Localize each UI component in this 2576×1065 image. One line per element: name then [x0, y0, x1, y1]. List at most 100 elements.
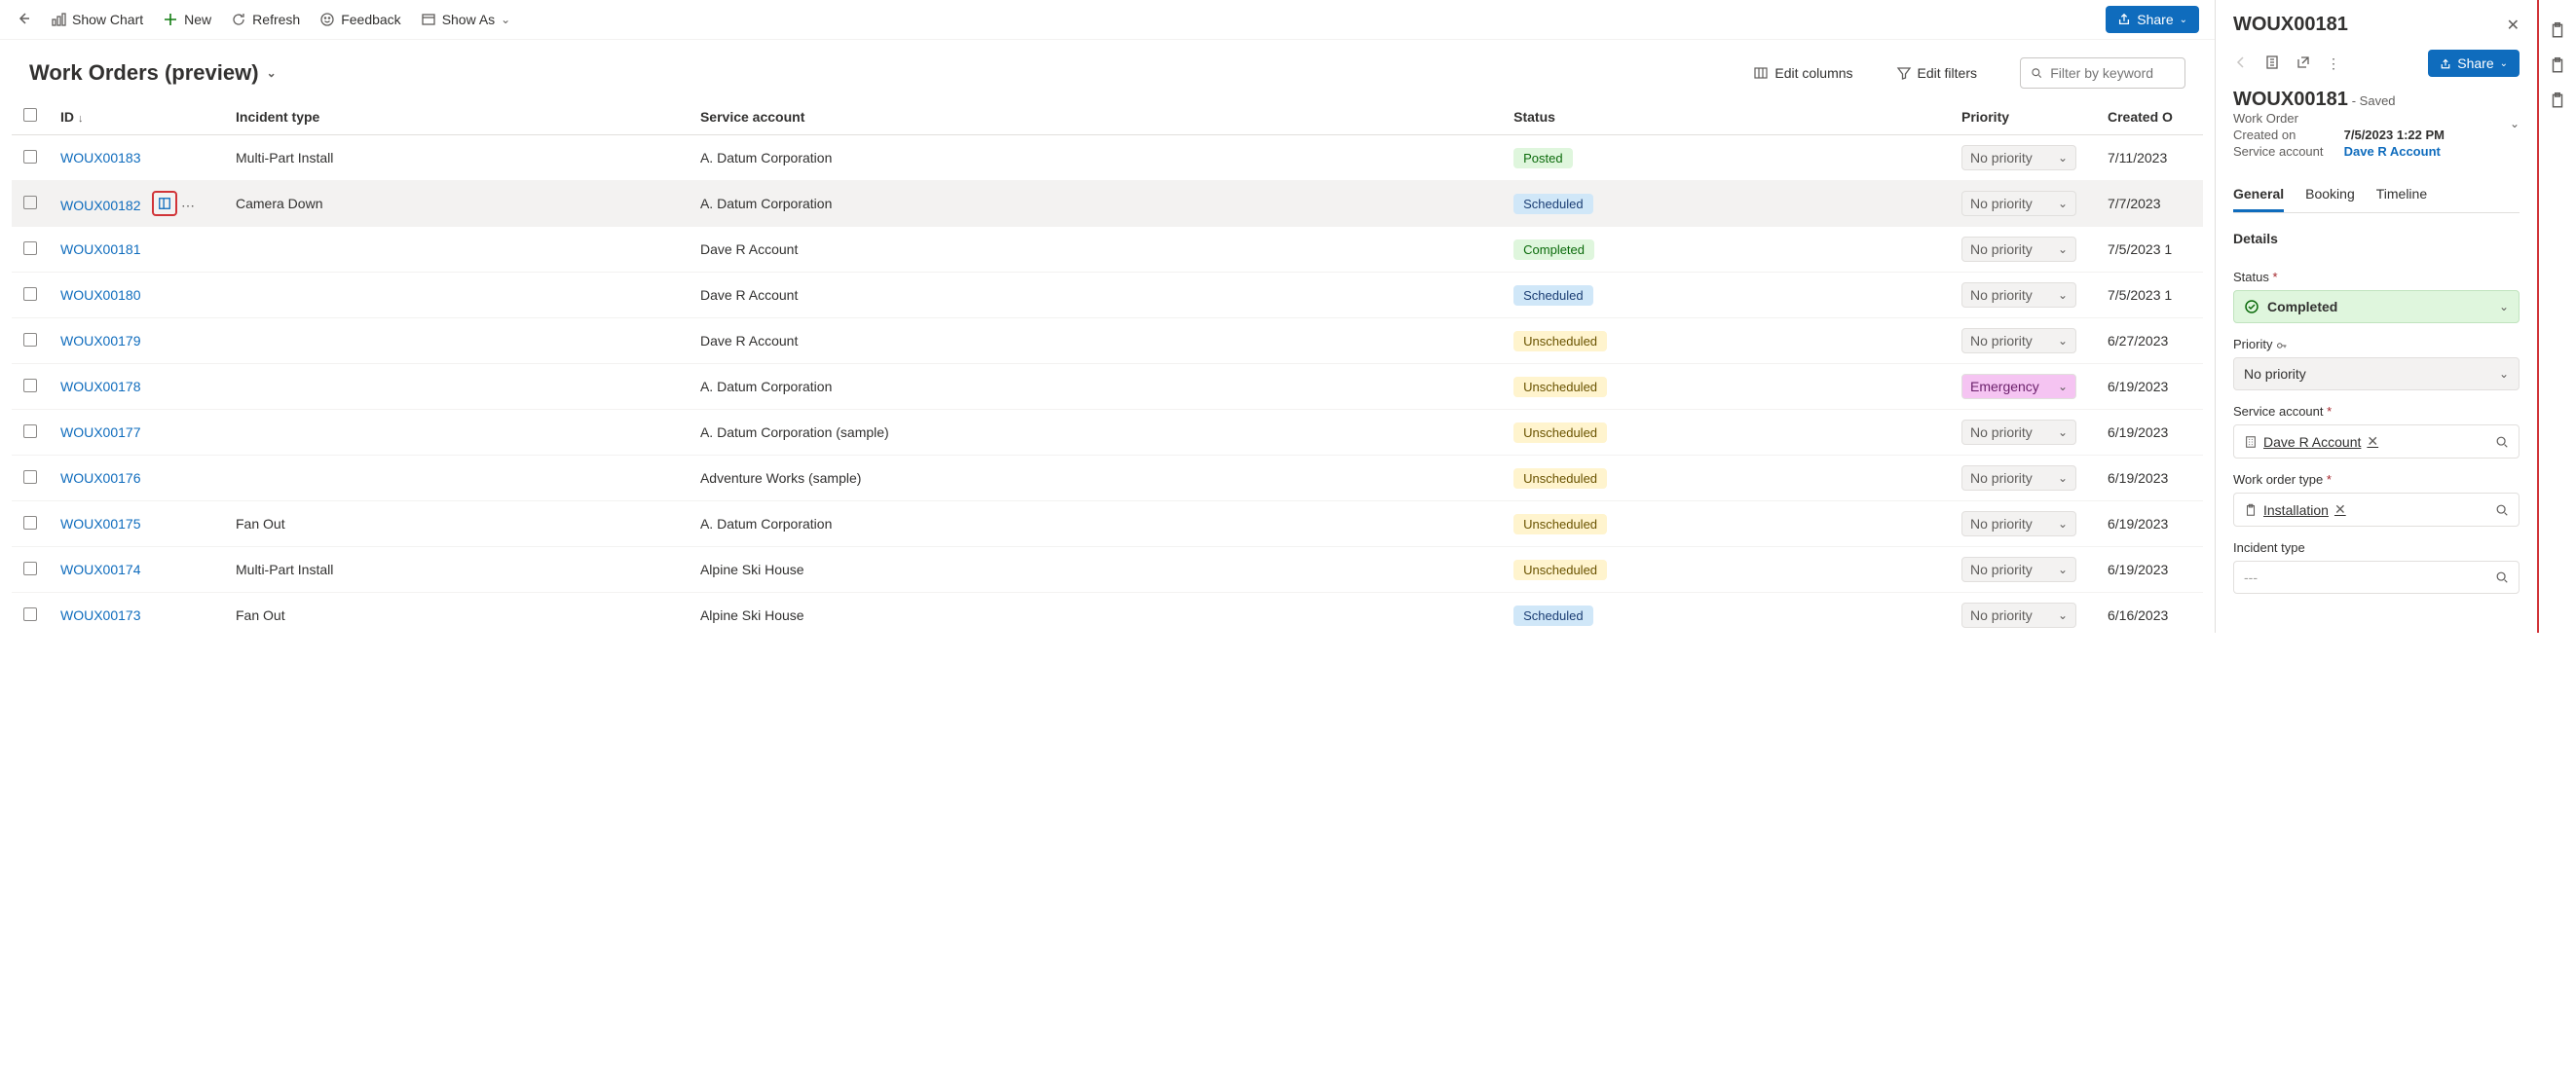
id-link[interactable]: WOUX00182	[60, 198, 140, 213]
edit-columns-button[interactable]: Edit columns	[1753, 65, 1852, 81]
row-checkbox[interactable]	[23, 287, 37, 301]
priority-select[interactable]: No priority⌄	[1961, 465, 2076, 491]
panel-open-icon[interactable]	[2264, 55, 2280, 73]
account-cell: A. Datum Corporation	[689, 135, 1502, 181]
priority-select[interactable]: No priority⌄	[1961, 282, 2076, 308]
id-link[interactable]: WOUX00178	[60, 379, 140, 394]
edit-filters-button[interactable]: Edit filters	[1896, 65, 1977, 81]
created-cell: 6/19/2023	[2096, 456, 2203, 501]
table-row[interactable]: WOUX00178A. Datum CorporationUnscheduled…	[12, 364, 2203, 410]
tab-timeline[interactable]: Timeline	[2376, 178, 2427, 212]
row-checkbox[interactable]	[23, 562, 37, 575]
record-id: WOUX00181	[2233, 89, 2348, 110]
account-cell: A. Datum Corporation (sample)	[689, 410, 1502, 456]
id-link[interactable]: WOUX00180	[60, 287, 140, 303]
priority-select[interactable]: No priority⌄	[1961, 420, 2076, 445]
row-checkbox[interactable]	[23, 516, 37, 530]
table-row[interactable]: WOUX00183Multi-Part InstallA. Datum Corp…	[12, 135, 2203, 181]
row-checkbox[interactable]	[23, 424, 37, 438]
col-created[interactable]: Created O	[2096, 98, 2203, 135]
id-link[interactable]: WOUX00183	[60, 150, 140, 165]
share-button[interactable]: Share ⌄	[2106, 6, 2199, 33]
new-button[interactable]: New	[163, 12, 211, 27]
col-account[interactable]: Service account	[689, 98, 1502, 135]
id-link[interactable]: WOUX00174	[60, 562, 140, 577]
table-row[interactable]: WOUX00177A. Datum Corporation (sample)Un…	[12, 410, 2203, 456]
id-link[interactable]: WOUX00176	[60, 470, 140, 486]
priority-select[interactable]: No priority⌄	[1961, 237, 2076, 262]
search-icon[interactable]	[2495, 435, 2509, 449]
collapse-icon[interactable]: ⌄	[2510, 117, 2520, 130]
panel-more-icon[interactable]: ⋮	[2327, 55, 2340, 72]
new-label: New	[184, 12, 211, 27]
remove-chip-icon[interactable]: ✕	[2367, 433, 2378, 450]
table-row[interactable]: WOUX00179Dave R AccountUnscheduledNo pri…	[12, 318, 2203, 364]
row-checkbox[interactable]	[23, 333, 37, 347]
clipboard-icon[interactable]	[2549, 92, 2566, 109]
id-link[interactable]: WOUX00175	[60, 516, 140, 532]
back-arrow-icon[interactable]	[16, 11, 31, 29]
col-id[interactable]: ID↓	[49, 98, 224, 135]
search-icon	[2031, 66, 2042, 80]
side-panel-toggle[interactable]	[152, 191, 177, 216]
id-link[interactable]: WOUX00179	[60, 333, 140, 349]
row-checkbox[interactable]	[23, 379, 37, 392]
id-link[interactable]: WOUX00181	[60, 241, 140, 257]
priority-select[interactable]: No priority⌄	[1961, 511, 2076, 536]
show-as-button[interactable]: Show As ⌄	[421, 12, 511, 27]
table-row[interactable]: WOUX00182 ⋯Camera DownA. Datum Corporati…	[12, 181, 2203, 227]
refresh-button[interactable]: Refresh	[231, 12, 300, 27]
row-more-icon[interactable]: ⋯	[181, 198, 195, 213]
priority-select[interactable]: No priority⌄	[1961, 557, 2076, 582]
created-cell: 6/16/2023	[2096, 593, 2203, 634]
chevron-down-icon: ⌄	[2500, 58, 2508, 69]
col-incident[interactable]: Incident type	[224, 98, 689, 135]
priority-select[interactable]: No priority⌄	[1961, 328, 2076, 353]
tab-general[interactable]: General	[2233, 178, 2284, 212]
table-row[interactable]: WOUX00181Dave R AccountCompletedNo prior…	[12, 227, 2203, 273]
table-row[interactable]: WOUX00175Fan OutA. Datum CorporationUnsc…	[12, 501, 2203, 547]
panel-share-button[interactable]: Share ⌄	[2428, 50, 2520, 77]
col-status[interactable]: Status	[1502, 98, 1950, 135]
table-row[interactable]: WOUX00173Fan OutAlpine Ski HouseSchedule…	[12, 593, 2203, 634]
remove-chip-icon[interactable]: ✕	[2334, 501, 2346, 518]
row-checkbox[interactable]	[23, 470, 37, 484]
select-all-header[interactable]	[12, 98, 49, 135]
row-checkbox[interactable]	[23, 241, 37, 255]
wotype-field[interactable]: Installation ✕	[2233, 493, 2520, 527]
filter-input[interactable]	[2048, 64, 2175, 82]
service-account-link[interactable]: Dave R Account	[2344, 144, 2441, 159]
priority-select[interactable]: No priority⌄	[1961, 191, 2076, 216]
feedback-button[interactable]: Feedback	[319, 12, 400, 27]
clipboard-icon[interactable]	[2549, 56, 2566, 74]
view-title[interactable]: Work Orders (preview) ⌄	[29, 60, 277, 86]
service-account-field[interactable]: Dave R Account ✕	[2233, 424, 2520, 459]
close-icon[interactable]: ✕	[2507, 16, 2520, 35]
clipboard-icon	[2244, 503, 2258, 517]
show-chart-button[interactable]: Show Chart	[51, 12, 143, 27]
search-icon[interactable]	[2495, 503, 2509, 517]
priority-select[interactable]: Emergency⌄	[1961, 374, 2076, 399]
status-field[interactable]: Completed ⌄	[2233, 290, 2520, 323]
table-row[interactable]: WOUX00174Multi-Part InstallAlpine Ski Ho…	[12, 547, 2203, 593]
priority-field[interactable]: No priority ⌄	[2233, 357, 2520, 390]
id-link[interactable]: WOUX00177	[60, 424, 140, 440]
priority-select[interactable]: No priority⌄	[1961, 145, 2076, 170]
tab-booking[interactable]: Booking	[2305, 178, 2355, 212]
incident-field[interactable]: ---	[2233, 561, 2520, 594]
id-link[interactable]: WOUX00173	[60, 607, 140, 623]
view-header: Work Orders (preview) ⌄ Edit columns Edi…	[0, 40, 2215, 98]
search-icon[interactable]	[2495, 570, 2509, 584]
row-checkbox[interactable]	[23, 196, 37, 209]
filter-search[interactable]	[2020, 57, 2185, 89]
priority-select[interactable]: No priority⌄	[1961, 603, 2076, 628]
row-checkbox[interactable]	[23, 607, 37, 621]
incident-cell: Camera Down	[224, 181, 689, 227]
col-priority[interactable]: Priority	[1950, 98, 2096, 135]
panel-popout-icon[interactable]	[2296, 55, 2311, 73]
table-row[interactable]: WOUX00180Dave R AccountScheduledNo prior…	[12, 273, 2203, 318]
row-checkbox[interactable]	[23, 150, 37, 164]
panel-back-icon[interactable]	[2233, 55, 2249, 73]
clipboard-icon[interactable]	[2549, 21, 2566, 39]
table-row[interactable]: WOUX00176Adventure Works (sample)Unsched…	[12, 456, 2203, 501]
